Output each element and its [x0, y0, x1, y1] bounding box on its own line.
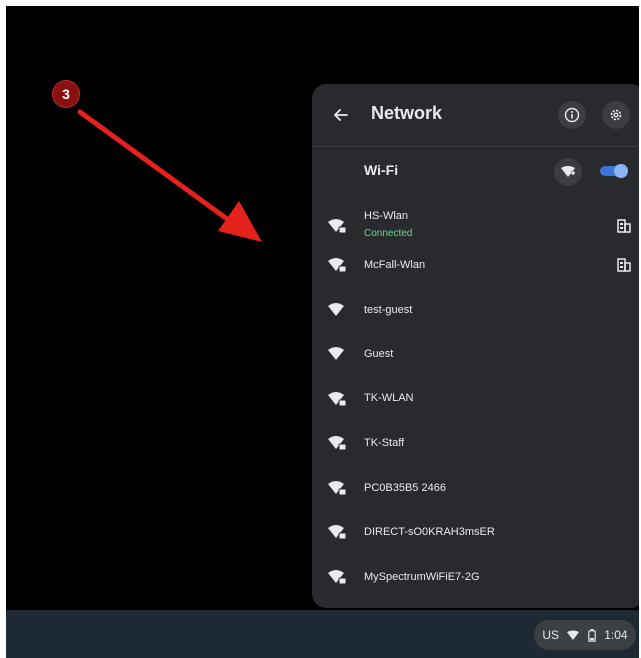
network-name: PC0B35B5 2466 [364, 482, 446, 494]
network-name: McFall-Wlan [364, 259, 426, 271]
network-item[interactable]: McFall-Wlan [312, 243, 639, 287]
network-item[interactable]: HS-Wlan Connected [312, 204, 639, 248]
wifi-status-icon [567, 630, 580, 640]
network-name: Guest [364, 348, 394, 360]
wifi-secured-icon [328, 481, 347, 496]
back-arrow-icon[interactable] [328, 102, 354, 128]
panel-title: Network [371, 103, 443, 123]
network-item[interactable]: test-guest [312, 288, 639, 332]
add-network-icon[interactable] [554, 158, 582, 186]
input-method-label: US [542, 628, 560, 642]
network-name: TK-Staff [364, 437, 405, 449]
desktop: 3 Network Wi-Fi HS-Wlan Connected McFall… [6, 6, 639, 658]
battery-icon [588, 628, 596, 642]
network-panel: Network Wi-Fi HS-Wlan Connected McFall-W… [312, 84, 639, 608]
wifi-secured-icon [328, 570, 347, 585]
panel-header: Network [312, 84, 639, 147]
network-item[interactable]: MySpectrumWiFiE7-2G [312, 555, 639, 599]
network-item[interactable]: PC0B35B5 2466 [312, 466, 639, 510]
network-name: TK-WLAN [364, 392, 414, 404]
network-name: test-guest [364, 304, 413, 316]
wifi-secured-icon [328, 525, 347, 540]
wifi-toggle-row: Wi-Fi [312, 146, 639, 198]
wifi-open-icon [328, 347, 344, 360]
network-name: MySpectrumWiFiE7-2G [364, 571, 480, 583]
wifi-toggle-thumb [614, 164, 628, 178]
wifi-secured-icon [328, 219, 347, 234]
wifi-toggle[interactable] [600, 164, 630, 178]
wifi-open-icon [328, 303, 344, 316]
network-name: DIRECT-sO0KRAH3msER [364, 526, 495, 538]
network-item[interactable]: TK-WLAN [312, 377, 639, 421]
wifi-secured-icon [328, 436, 347, 451]
network-name: HS-Wlan [364, 210, 409, 222]
enterprise-building-icon [617, 258, 631, 272]
network-item[interactable]: TK-Staff [312, 421, 639, 465]
network-item[interactable]: Guest [312, 332, 639, 376]
info-icon[interactable] [558, 101, 586, 129]
wifi-secured-icon [328, 258, 347, 273]
wifi-secured-icon [328, 392, 347, 407]
network-status: Connected [364, 228, 413, 239]
enterprise-building-icon [617, 219, 631, 233]
status-tray[interactable]: US 1:04 [534, 620, 636, 650]
wifi-label: Wi-Fi [364, 162, 399, 178]
settings-gear-icon[interactable] [602, 101, 630, 129]
network-item[interactable]: DIRECT-sO0KRAH3msER [312, 510, 639, 554]
clock-time: 1:04 [604, 628, 628, 642]
shelf: US 1:04 [6, 610, 639, 658]
